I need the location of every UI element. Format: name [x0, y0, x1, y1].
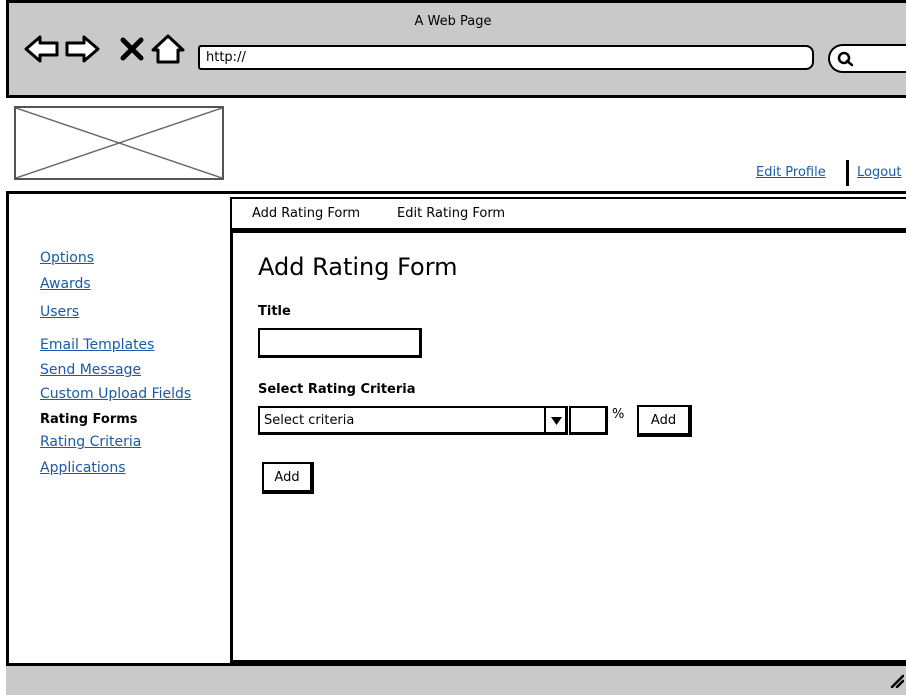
window-title: A Web Page [414, 14, 492, 29]
sidebar-item-send-message[interactable]: Send Message [40, 362, 141, 378]
rating-criteria-label: Select Rating Criteria [258, 382, 416, 397]
home-icon[interactable] [148, 32, 188, 66]
close-icon[interactable] [112, 32, 152, 66]
sidebar-item-rating-forms: Rating Forms [40, 412, 138, 427]
content-panel [230, 230, 906, 663]
sidebar-item-email-templates[interactable]: Email Templates [40, 337, 154, 353]
chevron-down-icon [551, 417, 562, 425]
search-icon [837, 51, 854, 67]
status-bar [6, 663, 906, 695]
add-rating-form-button[interactable]: Add [262, 462, 314, 494]
edit-profile-link[interactable]: Edit Profile [756, 165, 826, 180]
add-criteria-button[interactable]: Add [637, 405, 692, 437]
page-title: Add Rating Form [258, 253, 458, 281]
sidebar-item-rating-criteria[interactable]: Rating Criteria [40, 434, 141, 450]
resize-grip-icon[interactable] [888, 672, 904, 688]
sidebar-item-applications[interactable]: Applications [40, 460, 126, 476]
sidebar-item-custom-upload-fields[interactable]: Custom Upload Fields [40, 386, 191, 402]
sidebar-item-awards[interactable]: Awards [40, 276, 91, 292]
rating-criteria-select-value: Select criteria [264, 413, 355, 428]
title-label: Title [258, 304, 291, 319]
sidebar-item-users[interactable]: Users [40, 304, 79, 320]
dropdown-toggle[interactable] [544, 408, 566, 433]
address-bar[interactable]: http:// [198, 45, 814, 70]
criteria-percent-input[interactable] [569, 406, 608, 435]
sidebar-item-options[interactable]: Options [40, 250, 94, 266]
title-input[interactable] [258, 328, 422, 358]
percent-symbol: % [612, 407, 625, 422]
logout-link[interactable]: Logout [857, 165, 902, 180]
logo-image [14, 106, 224, 180]
header-link-divider [846, 160, 849, 186]
arrow-right-icon[interactable] [62, 32, 102, 66]
tab-edit-rating-form[interactable]: Edit Rating Form [397, 206, 505, 221]
tab-add-rating-form[interactable]: Add Rating Form [252, 206, 360, 221]
arrow-left-icon[interactable] [22, 32, 62, 66]
